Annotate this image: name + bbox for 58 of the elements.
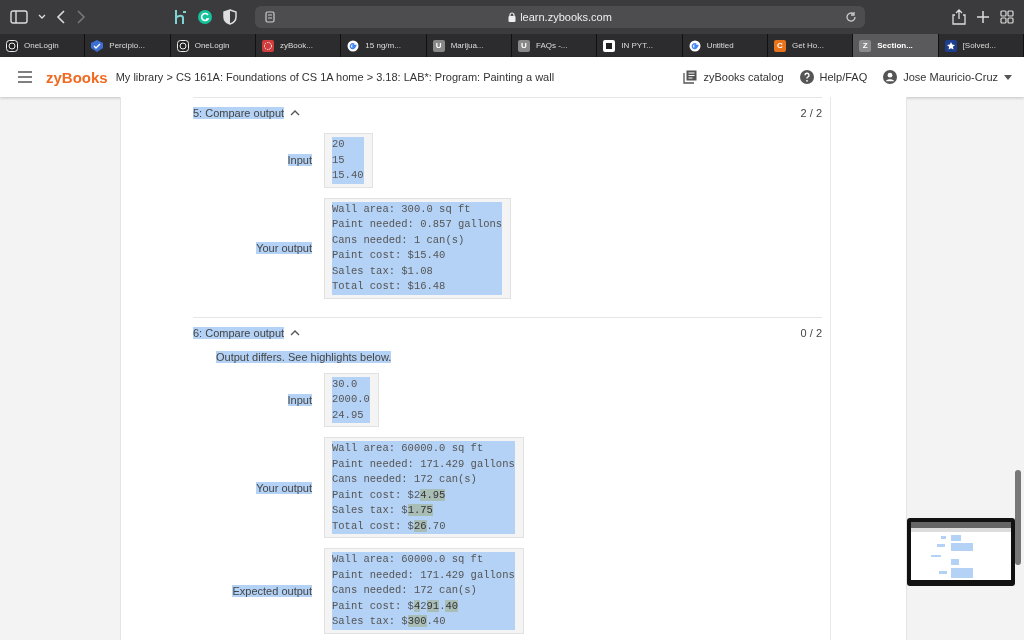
browser-tab[interactable]: U FAQs -... — [511, 34, 598, 57]
browser-tab[interactable]: 15 ng/m... — [341, 34, 427, 57]
grammar-circle-icon[interactable] — [197, 9, 213, 25]
browser-tab[interactable]: U Marijua... — [426, 34, 512, 57]
pattern-icon — [262, 39, 274, 52]
letter-icon: C — [773, 39, 786, 52]
library-icon — [683, 70, 698, 84]
user-menu[interactable]: Jose Mauricio-Cruz — [883, 70, 1012, 84]
help-link[interactable]: Help/FAQ — [799, 70, 868, 84]
forward-icon[interactable] — [76, 10, 86, 24]
output-label: Your output — [256, 242, 312, 254]
test-score: 0 / 2 — [800, 326, 822, 339]
star-icon — [944, 39, 957, 52]
test-title[interactable]: 6: Compare output — [193, 326, 285, 339]
reader-icon[interactable] — [265, 11, 275, 23]
reload-icon[interactable] — [845, 11, 857, 23]
browser-tab[interactable]: Untitled — [682, 34, 768, 57]
sidebar-icon[interactable] — [10, 10, 28, 24]
onelogin-icon — [6, 39, 18, 52]
letter-icon: U — [517, 39, 530, 52]
onelogin-icon — [176, 39, 189, 52]
lock-icon — [508, 12, 517, 22]
collapse-caret-icon[interactable] — [290, 109, 301, 117]
browser-tab[interactable]: OneLogin — [0, 34, 86, 57]
square-icon — [603, 39, 616, 52]
output-label: Expected output — [232, 584, 312, 597]
browser-tab[interactable]: Z Section... — [853, 34, 939, 57]
letter-icon: U — [432, 39, 445, 52]
dropdown-caret-icon — [1004, 74, 1012, 80]
back-icon[interactable] — [56, 10, 66, 24]
browser-tab[interactable]: C Get Ho... — [767, 34, 854, 57]
collapse-caret-icon[interactable] — [290, 328, 301, 337]
avatar-icon — [883, 70, 898, 84]
url-text: learn.zybooks.com — [520, 11, 612, 23]
output-label: Input — [287, 154, 312, 167]
tab-overview-icon[interactable] — [1000, 10, 1014, 24]
output-label: Your output — [256, 481, 312, 494]
new-tab-icon[interactable] — [976, 10, 990, 24]
browser-tab[interactable]: OneLogin — [170, 34, 256, 57]
test-title[interactable]: 5: Compare output — [193, 107, 285, 119]
browser-tab[interactable]: [Solved... — [938, 34, 1024, 57]
help-icon — [799, 70, 814, 84]
result-message: Output differs. See highlights below. — [216, 350, 392, 363]
breadcrumb: My library > CS 161A: Foundations of CS 1A home > 3.18: LAB*: Program: Painting a wall — [115, 71, 555, 83]
address-bar[interactable]: learn.zybooks.com — [255, 6, 865, 28]
hook-letter-icon[interactable] — [173, 9, 187, 25]
menu-icon[interactable] — [18, 71, 32, 83]
badge-icon — [91, 39, 104, 52]
catalog-link[interactable]: zyBooks catalog — [683, 70, 784, 84]
shield-icon[interactable] — [223, 9, 237, 25]
output-label: Input — [287, 393, 312, 406]
browser-tab[interactable]: Percipio... — [85, 34, 171, 57]
test-score: 2 / 2 — [800, 107, 822, 119]
letter-icon: Z — [859, 39, 872, 52]
chevron-down-icon[interactable] — [38, 14, 46, 20]
share-icon[interactable] — [952, 9, 966, 25]
browser-tab[interactable]: IN PYT... — [597, 34, 683, 57]
browser-tab[interactable]: zyBook... — [256, 34, 342, 57]
